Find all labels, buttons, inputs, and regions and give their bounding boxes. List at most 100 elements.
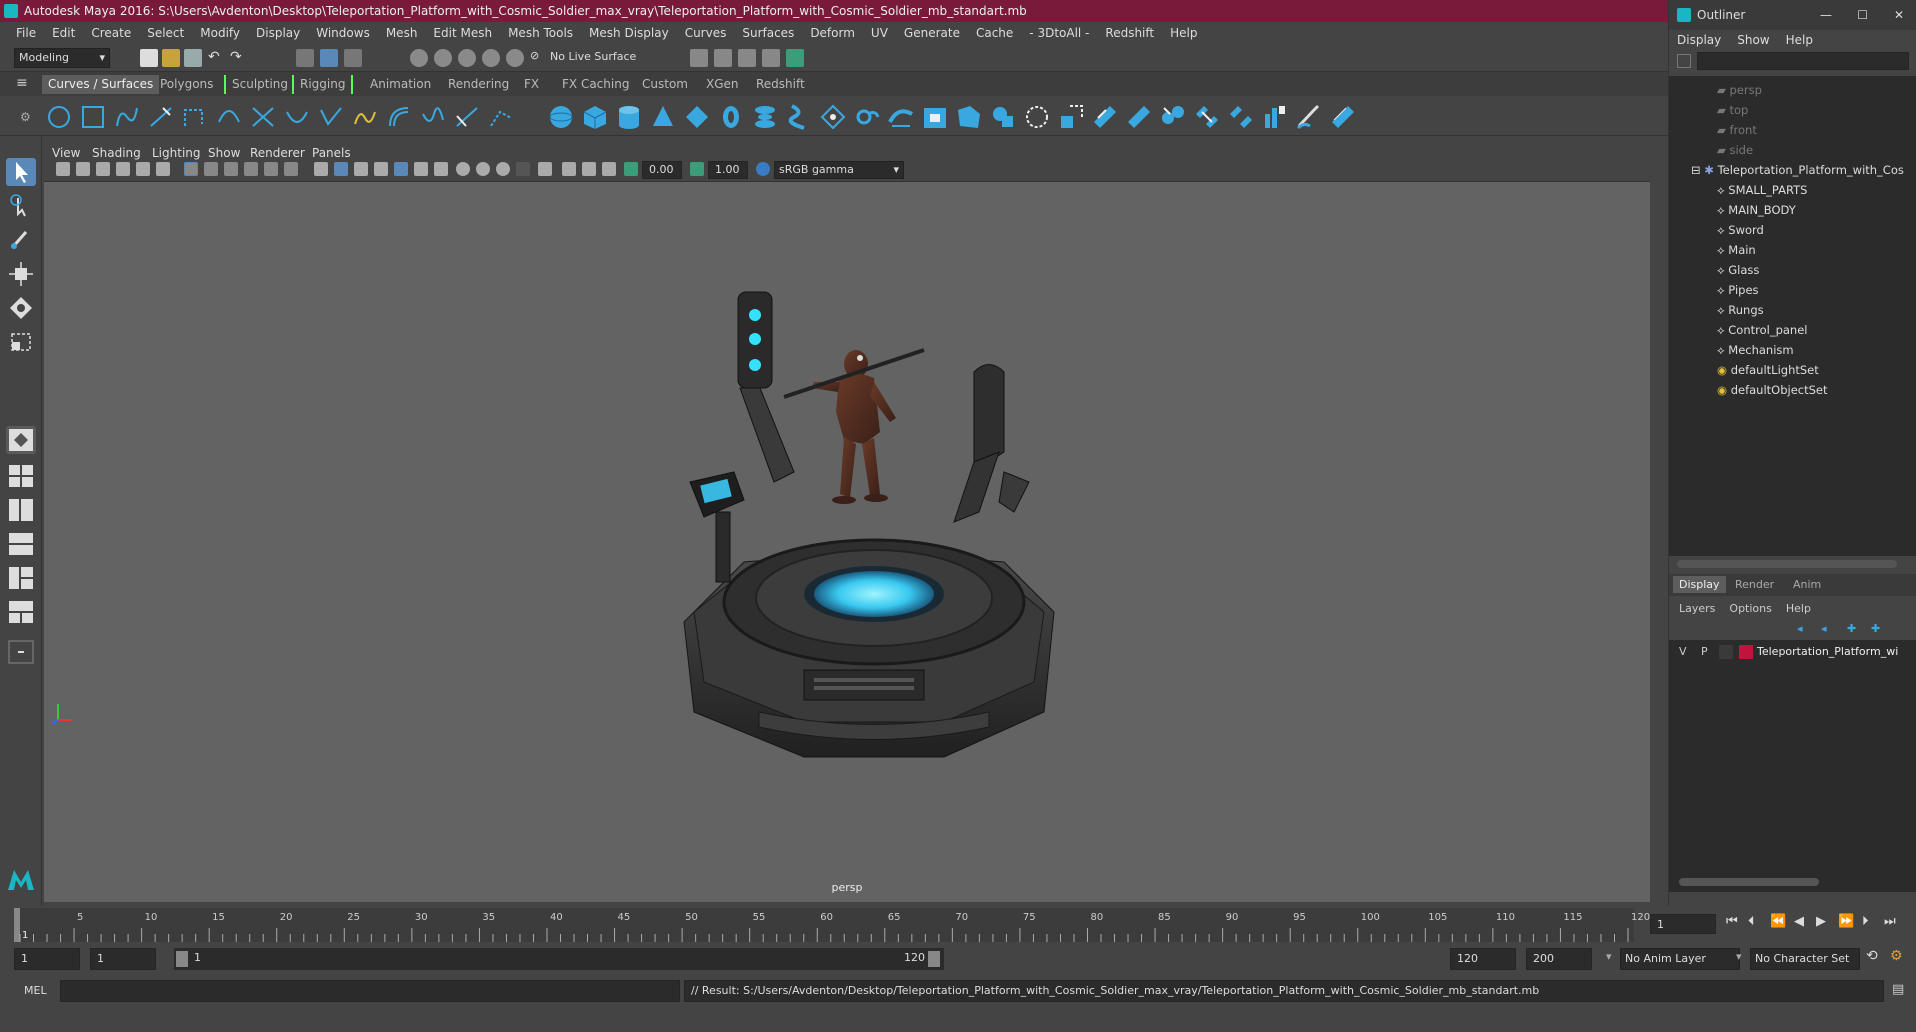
menu-uv[interactable]: UV [863, 26, 896, 40]
extend-curve-icon[interactable] [352, 104, 378, 130]
camera-attributes-icon[interactable] [76, 162, 90, 176]
trim-tool-icon[interactable] [1092, 104, 1118, 130]
scale-tool-icon[interactable] [6, 328, 36, 356]
tab-layers-display[interactable]: Display [1673, 576, 1726, 593]
play-backwards-icon[interactable]: ◀ [1794, 914, 1804, 929]
scene-end-field[interactable]: 200 [1526, 948, 1592, 970]
insert-knot-icon[interactable] [318, 104, 344, 130]
nurbs-square-icon[interactable] [80, 104, 106, 130]
bookmarks-icon[interactable] [96, 162, 110, 176]
menu-redshift[interactable]: Redshift [1097, 26, 1162, 40]
shelf-menu-icon[interactable]: ≡ [16, 75, 28, 91]
multisample-aa-icon[interactable] [476, 162, 490, 176]
menu-edit-mesh[interactable]: Edit Mesh [425, 26, 500, 40]
range-start-handle[interactable] [176, 951, 188, 967]
curve-editing-icon[interactable] [488, 104, 514, 130]
open-close-surface-icon[interactable] [1228, 104, 1254, 130]
tree-item-main[interactable]: ⟡ Main [1717, 240, 1756, 260]
smooth-shade-icon[interactable] [334, 162, 348, 176]
tree-item-side[interactable]: ▰ side [1717, 140, 1753, 160]
outliner-search-input[interactable] [1697, 52, 1909, 70]
select-hierarchy-icon[interactable] [296, 49, 314, 67]
menu-edit[interactable]: Edit [44, 26, 83, 40]
xray-active-components-icon[interactable] [582, 162, 596, 176]
tree-item-root[interactable]: ⊟ ✱ Teleportation_Platform_with_Cos [1691, 160, 1904, 180]
auto-key-icon[interactable]: ⟲ [1866, 948, 1878, 964]
new-layer-selected-icon[interactable]: ✚ [1871, 622, 1880, 635]
view-transform-select[interactable]: sRGB gamma ▾ [774, 161, 904, 179]
time-slider[interactable]: 5 10 15 20 25 30 35 40 45 50 55 60 65 70 75 80 85 90 95 100… [0, 906, 1916, 944]
tab-rigging[interactable]: Rigging [292, 75, 354, 94]
2d-pan-zoom-icon[interactable] [136, 162, 150, 176]
use-all-lights-icon[interactable] [394, 162, 408, 176]
depth-of-field-icon[interactable] [496, 162, 510, 176]
go-to-start-icon[interactable]: ⏮ [1726, 914, 1738, 929]
snap-view-plane-icon[interactable] [482, 49, 500, 67]
backface-culling-icon[interactable] [602, 162, 616, 176]
layer-menu-options[interactable]: Options [1729, 602, 1771, 615]
gate-mask-icon[interactable] [244, 162, 258, 176]
image-plane-icon[interactable] [116, 162, 130, 176]
nurbs-plane-icon[interactable] [684, 104, 710, 130]
playback-start-field[interactable]: 1 [90, 948, 156, 970]
render-current-icon[interactable] [714, 49, 732, 67]
scene-start-field[interactable]: 1 [14, 948, 80, 970]
tree-item-default-light-set[interactable]: ◉ defaultLightSet [1717, 360, 1819, 380]
snap-curve-icon[interactable] [434, 49, 452, 67]
tab-custom[interactable]: Custom [636, 75, 694, 94]
intersect-icon[interactable] [1058, 104, 1084, 130]
detach-surfaces-icon[interactable] [1194, 104, 1220, 130]
tab-layers-anim[interactable]: Anim [1793, 578, 1821, 591]
preferences-icon[interactable]: ⚙ [1890, 948, 1903, 964]
tab-animation[interactable]: Animation [364, 75, 437, 94]
hypershade-icon[interactable] [786, 49, 804, 67]
save-scene-icon[interactable] [184, 49, 202, 67]
make-live-icon[interactable] [506, 49, 524, 67]
mode-selector[interactable]: Modeling ▾ [14, 48, 110, 68]
lasso-tool-icon[interactable] [6, 192, 36, 220]
select-component-icon[interactable] [344, 49, 362, 67]
shelf-settings-icon[interactable]: ⚙ [20, 110, 31, 124]
script-editor-icon[interactable]: ▤ [1892, 982, 1904, 997]
field-chart-icon[interactable] [264, 162, 278, 176]
nurbs-torus-icon[interactable] [718, 104, 744, 130]
square-surface-icon[interactable] [956, 104, 982, 130]
menu-select[interactable]: Select [139, 26, 192, 40]
menu-surfaces[interactable]: Surfaces [734, 26, 802, 40]
film-gate-icon[interactable] [204, 162, 218, 176]
tree-item-control-panel[interactable]: ⟡ Control_panel [1717, 320, 1808, 340]
persp-outliner-layout-icon[interactable] [6, 496, 36, 524]
offset-curve-icon[interactable] [386, 104, 412, 130]
tree-item-default-object-set[interactable]: ◉ defaultObjectSet [1717, 380, 1828, 400]
rebuild-surface-icon[interactable] [1330, 104, 1356, 130]
ipr-render-icon[interactable] [738, 49, 756, 67]
move-tool-icon[interactable] [6, 260, 36, 288]
extrude-icon[interactable] [854, 104, 880, 130]
move-layer-up-icon[interactable]: ◂ [1797, 622, 1803, 635]
menu-cache[interactable]: Cache [968, 26, 1021, 40]
tree-item-main-body[interactable]: ⟡ MAIN_BODY [1717, 200, 1796, 220]
play-forwards-icon[interactable]: ▶ [1816, 914, 1826, 929]
cv-curve-icon[interactable] [114, 104, 140, 130]
viewport-menu-view[interactable]: View [52, 146, 80, 160]
layer-menu-help[interactable]: Help [1786, 602, 1811, 615]
layer-row[interactable]: V P Teleportation_Platform_wi [1669, 642, 1916, 662]
motion-blur-icon[interactable] [456, 162, 470, 176]
menu-generate[interactable]: Generate [896, 26, 968, 40]
tree-item-glass[interactable]: ⟡ Glass [1717, 260, 1759, 280]
step-forward-frame-icon[interactable]: ⏵ [1862, 914, 1869, 929]
tab-curves-surfaces[interactable]: Curves / Surfaces [42, 75, 160, 94]
exposure-icon[interactable] [624, 162, 638, 176]
new-scene-icon[interactable] [140, 49, 158, 67]
tab-polygons[interactable]: Polygons [154, 75, 219, 94]
tab-layers-render[interactable]: Render [1735, 578, 1774, 591]
tree-item-front[interactable]: ▰ front [1717, 120, 1757, 140]
close-icon[interactable]: ✕ [1894, 0, 1904, 30]
anim-layer-select[interactable]: No Anim Layer [1620, 948, 1740, 970]
attach-surfaces-icon[interactable] [1160, 104, 1186, 130]
viewport-menu-lighting[interactable]: Lighting [152, 146, 201, 160]
attach-curves-icon[interactable] [250, 104, 276, 130]
revolve-icon[interactable] [752, 104, 778, 130]
collapse-icon[interactable]: ⊟ [1691, 163, 1704, 177]
live-surface-label[interactable]: No Live Surface [550, 50, 636, 63]
